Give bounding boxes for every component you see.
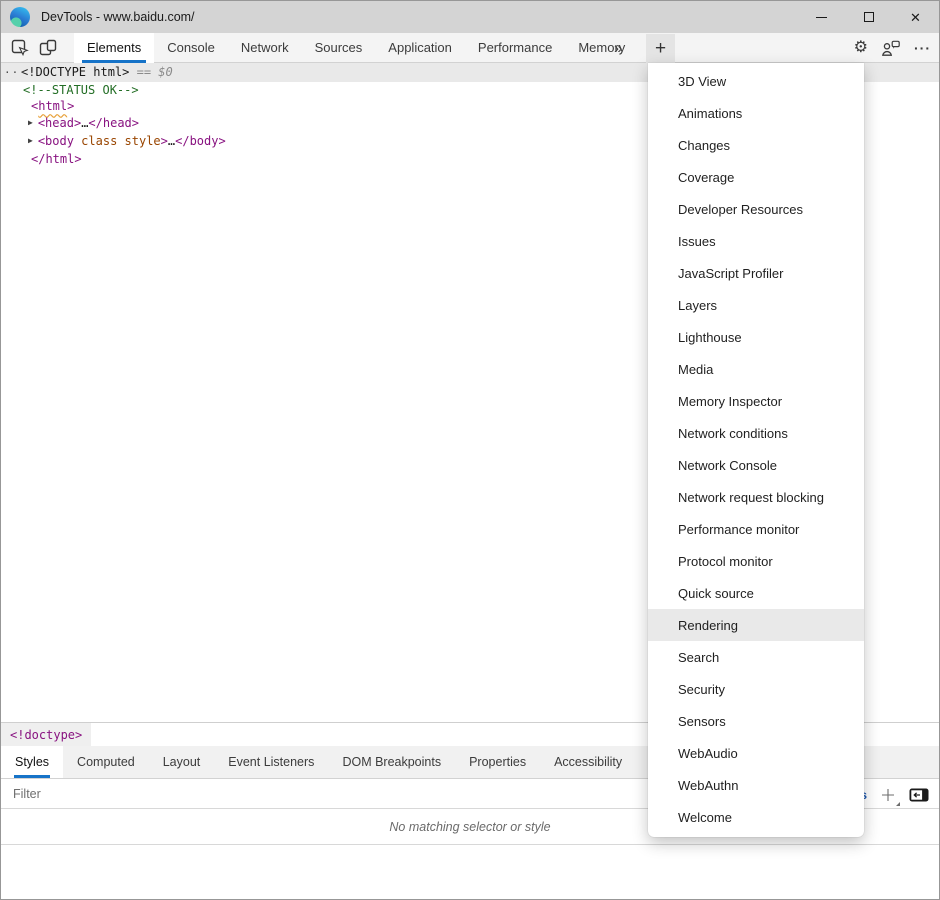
code-segment: </html> [31, 152, 82, 166]
tab-network[interactable]: Network [228, 33, 302, 63]
menu-item-rendering[interactable]: Rendering [648, 609, 864, 641]
device-emulation-button[interactable] [34, 34, 62, 62]
inspect-element-button[interactable] [6, 34, 34, 62]
feedback-icon[interactable] [881, 40, 901, 57]
window-title: DevTools - www.baidu.com/ [41, 10, 195, 24]
menu-item-security[interactable]: Security [648, 673, 864, 705]
menu-item-media[interactable]: Media [648, 353, 864, 385]
edge-logo-icon [10, 7, 30, 27]
minimize-button[interactable] [798, 1, 845, 33]
styles-tab-layout[interactable]: Layout [149, 746, 215, 778]
styles-tab-event-listeners[interactable]: Event Listeners [214, 746, 328, 778]
close-icon: ✕ [910, 11, 921, 24]
menu-item-search[interactable]: Search [648, 641, 864, 673]
styles-tab-properties[interactable]: Properties [455, 746, 540, 778]
code-segment: == $0 [129, 65, 172, 79]
code-segment: </head> [88, 116, 139, 130]
devtools-window: DevTools - www.baidu.com/ ✕ [0, 0, 940, 900]
code-segment: <head> [38, 116, 81, 130]
menu-item-sensors[interactable]: Sensors [648, 705, 864, 737]
code-segment: <!--STATUS OK--> [23, 83, 139, 97]
menu-item-layers[interactable]: Layers [648, 289, 864, 321]
code-segment: <body [38, 134, 74, 148]
tab-elements[interactable]: Elements [74, 33, 154, 63]
menu-item-network-request-blocking[interactable]: Network request blocking [648, 481, 864, 513]
window-controls: ✕ [798, 1, 939, 33]
styles-filter-input[interactable] [11, 786, 311, 802]
menu-item-developer-resources[interactable]: Developer Resources [648, 193, 864, 225]
styles-tab-dom-breakpoints[interactable]: DOM Breakpoints [328, 746, 455, 778]
no-matching-selector-message: No matching selector or style [389, 820, 550, 834]
titlebar: DevTools - www.baidu.com/ ✕ [1, 1, 939, 33]
toggle-sidebar-button[interactable] [909, 788, 929, 802]
menu-item-memory-inspector[interactable]: Memory Inspector [648, 385, 864, 417]
dropdown-caret-icon [896, 802, 900, 806]
code-segment: html [38, 99, 67, 113]
close-button[interactable]: ✕ [892, 1, 939, 33]
tree-gutter-ellipsis: ··· [4, 63, 27, 82]
toolbar-right-icons: ⚙ ··· [854, 33, 931, 63]
code-segment: </body> [175, 134, 226, 148]
tab-memory[interactable]: Memory [565, 33, 638, 63]
tab-application[interactable]: Application [375, 33, 465, 63]
menu-item-network-console[interactable]: Network Console [648, 449, 864, 481]
more-tools-menu: 3D ViewAnimationsChangesCoverageDevelope… [648, 63, 864, 837]
styles-tab-styles[interactable]: Styles [1, 746, 63, 778]
menu-item-quick-source[interactable]: Quick source [648, 577, 864, 609]
minimize-icon [816, 17, 827, 18]
code-segment: class style [74, 134, 161, 148]
devtools-toolbar: ElementsConsoleNetworkSourcesApplication… [1, 33, 939, 63]
device-toolbar-icon [39, 39, 57, 57]
menu-item-coverage[interactable]: Coverage [648, 161, 864, 193]
settings-gear-icon[interactable]: ⚙ [854, 40, 868, 56]
tab-performance[interactable]: Performance [465, 33, 565, 63]
inspect-cursor-icon [11, 39, 29, 57]
tab-sources[interactable]: Sources [302, 33, 376, 63]
menu-item-network-conditions[interactable]: Network conditions [648, 417, 864, 449]
menu-item-protocol-monitor[interactable]: Protocol monitor [648, 545, 864, 577]
menu-item-performance-monitor[interactable]: Performance monitor [648, 513, 864, 545]
maximize-icon [864, 12, 874, 22]
breadcrumb-item-doctype[interactable]: <!doctype> [1, 723, 91, 746]
more-options-icon[interactable]: ··· [914, 40, 931, 56]
menu-item-lighthouse[interactable]: Lighthouse [648, 321, 864, 353]
expand-arrow-icon[interactable]: ▶ [28, 115, 33, 131]
plus-icon [880, 787, 896, 803]
dock-sidebar-icon [909, 788, 929, 802]
menu-item-javascript-profiler[interactable]: JavaScript Profiler [648, 257, 864, 289]
code-segment: <!DOCTYPE html> [21, 65, 129, 79]
more-tools-button[interactable]: + [646, 34, 675, 63]
menu-item-webaudio[interactable]: WebAudio [648, 737, 864, 769]
menu-item-animations[interactable]: Animations [648, 97, 864, 129]
menu-item-webauthn[interactable]: WebAuthn [648, 769, 864, 801]
menu-item-3d-view[interactable]: 3D View [648, 65, 864, 97]
more-tabs-button[interactable]: » [614, 33, 622, 63]
code-segment: > [161, 134, 168, 148]
expand-arrow-icon[interactable]: ▶ [28, 133, 33, 149]
new-style-rule-button[interactable] [879, 786, 897, 804]
menu-item-welcome[interactable]: Welcome [648, 801, 864, 833]
maximize-button[interactable] [845, 1, 892, 33]
menu-item-changes[interactable]: Changes [648, 129, 864, 161]
menu-item-issues[interactable]: Issues [648, 225, 864, 257]
tab-console[interactable]: Console [154, 33, 228, 63]
styles-tab-computed[interactable]: Computed [63, 746, 149, 778]
code-segment: > [67, 99, 74, 113]
styles-toolbar-right: s [860, 780, 929, 809]
styles-tab-accessibility[interactable]: Accessibility [540, 746, 636, 778]
panel-tabs: ElementsConsoleNetworkSourcesApplication… [74, 33, 638, 63]
